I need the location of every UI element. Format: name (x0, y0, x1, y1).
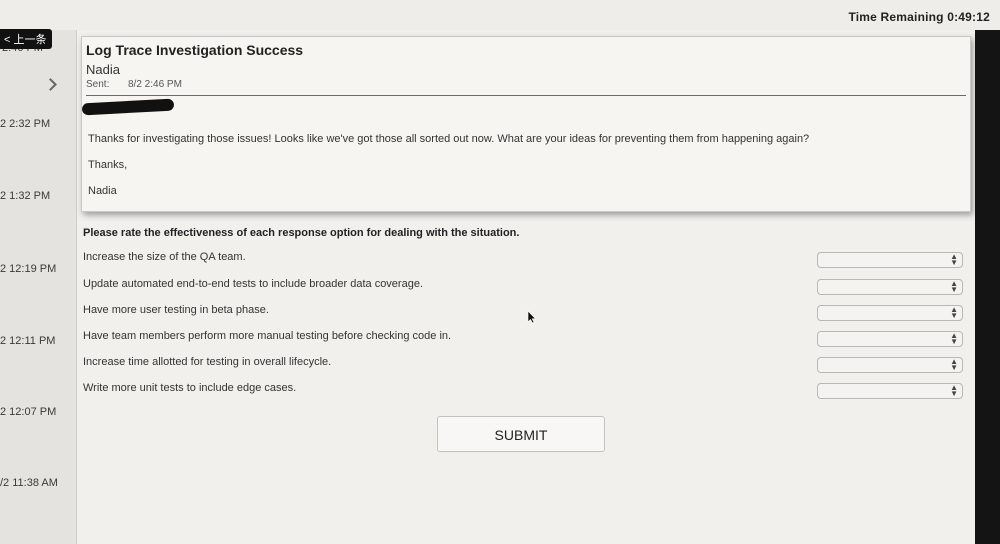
mouse-cursor-icon (527, 310, 537, 324)
email-subject: Log Trace Investigation Success (86, 42, 304, 58)
rating-select[interactable]: ▲ ▼ (817, 305, 963, 321)
option-label: Increase time allotted for testing in ov… (83, 356, 332, 368)
sent-value: 8/2 2:46 PM (128, 79, 182, 90)
chevron-right-icon[interactable] (44, 78, 57, 91)
top-bar: Time Remaining 0:49:12 (0, 0, 1000, 30)
rating-select[interactable]: ▲ ▼ (817, 331, 963, 347)
sidebar-item[interactable]: 2 12:11 PM (0, 335, 55, 347)
email-body-line: Thanks for investigating those issues! L… (88, 133, 810, 145)
email-body-line: Nadia (88, 185, 117, 197)
rating-instructions: Please rate the effectiveness of each re… (83, 227, 520, 239)
sidebar-item[interactable]: 2 1:32 PM (0, 190, 50, 202)
back-button[interactable]: < 上一条 (0, 29, 53, 49)
sidebar-item[interactable]: 2 2:32 PM (0, 118, 50, 130)
time-remaining: Time Remaining 0:49:12 (848, 10, 990, 24)
rating-select[interactable]: ▲ ▼ (817, 279, 963, 295)
updown-arrows-icon: ▲ ▼ (950, 331, 958, 346)
option-label: Update automated end-to-end tests to inc… (83, 278, 424, 290)
sidebar-item[interactable]: 2 12:19 PM (0, 263, 56, 275)
updown-arrows-icon: ▲ ▼ (950, 252, 958, 267)
rating-select[interactable]: ▲ ▼ (817, 252, 963, 268)
rating-select[interactable]: ▲ ▼ (817, 357, 963, 373)
sidebar-item[interactable]: /2 11:38 AM (0, 477, 58, 489)
updown-arrows-icon: ▲ ▼ (950, 383, 958, 398)
sent-label: Sent: (86, 79, 110, 90)
sidebar-item-time: 2 12:19 PM (0, 263, 57, 275)
screen-bezel (975, 30, 1000, 544)
email-body-line: Thanks, (88, 159, 128, 171)
rating-select[interactable]: ▲ ▼ (817, 383, 963, 399)
option-label: Write more unit tests to include edge ca… (83, 382, 297, 394)
sidebar-item-time: 2 12:11 PM (0, 335, 56, 347)
updown-arrows-icon: ▲ ▼ (950, 305, 958, 320)
option-label: Have team members perform more manual te… (83, 330, 452, 342)
message-sidebar: 2:46 PM 2 2:32 PM 2 1:32 PM 2 12:19 PM 2… (0, 30, 77, 544)
updown-arrows-icon: ▲ ▼ (950, 357, 958, 372)
redaction-mark (81, 98, 175, 116)
sidebar-item-time: /2 11:38 AM (0, 477, 58, 489)
email-card: Log Trace Investigation Success Nadia Se… (81, 36, 971, 212)
sidebar-item-time: 2 2:32 PM (0, 118, 51, 130)
header-divider (86, 95, 966, 96)
email-sender: Nadia (86, 62, 120, 77)
submit-button[interactable]: SUBMIT (437, 416, 605, 452)
option-label: Increase the size of the QA team. (83, 251, 246, 263)
option-label: Have more user testing in beta phase. (83, 304, 269, 316)
main-panel: Log Trace Investigation Success Nadia Se… (77, 30, 975, 544)
sidebar-item-time: 2 1:32 PM (0, 190, 51, 202)
sidebar-item-time: 2 12:07 PM (0, 406, 57, 418)
sidebar-item[interactable]: 2 12:07 PM (0, 406, 56, 418)
updown-arrows-icon: ▲ ▼ (950, 279, 958, 294)
